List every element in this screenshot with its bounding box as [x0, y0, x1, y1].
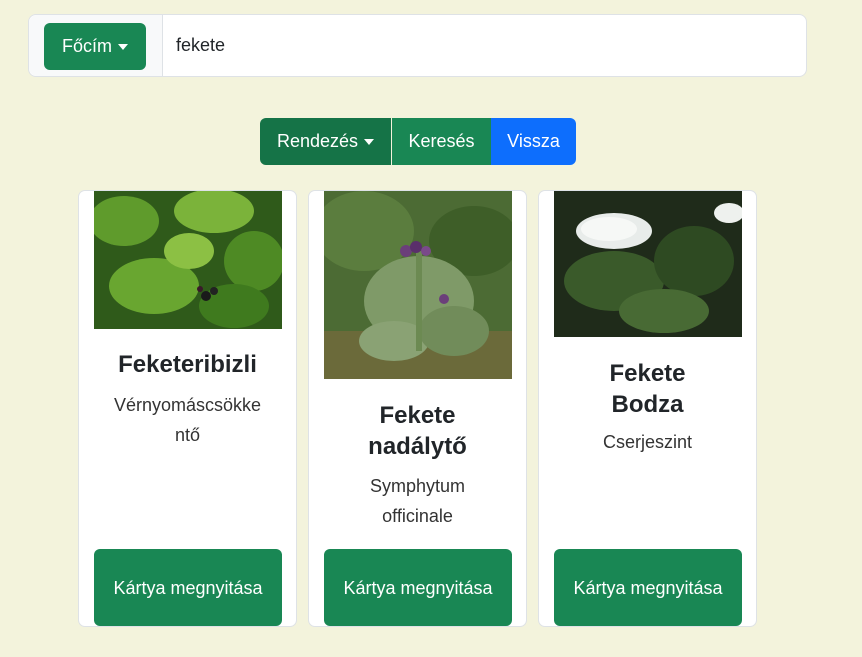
plant-card: Fekete Bodza Cserjeszint Kártya megnyitá… — [538, 190, 757, 627]
card-title: Fekete nadálytő — [368, 402, 467, 460]
open-card-button[interactable]: Kártya megnyitása — [324, 549, 512, 626]
sort-button[interactable]: Rendezés — [260, 118, 391, 165]
back-button[interactable]: Vissza — [491, 118, 576, 165]
caret-down-icon — [118, 43, 128, 50]
open-card-label: Kártya megnyitása — [343, 577, 493, 598]
card-subtitle: Cserjeszint — [602, 432, 693, 452]
black-currant-photo — [94, 191, 282, 329]
back-label: Vissza — [507, 131, 560, 151]
search-label: Keresés — [408, 131, 475, 151]
search-bar: Főcím fekete — [28, 14, 807, 77]
search-input[interactable]: fekete — [176, 35, 225, 56]
open-card-button[interactable]: Kártya megnyitása — [554, 549, 742, 626]
open-card-label: Kártya megnyitása — [113, 577, 263, 598]
open-card-label: Kártya megnyitása — [573, 577, 723, 598]
plant-card: Fekete nadálytő Symphytum officinale Kár… — [308, 190, 527, 627]
sort-label: Rendezés — [276, 131, 359, 151]
search-button[interactable]: Keresés — [392, 118, 491, 165]
field-select-button[interactable]: Főcím — [44, 23, 146, 70]
card-subtitle: Symphytum officinale — [369, 476, 466, 526]
caret-down-icon — [364, 138, 375, 145]
plant-card: Feketeribizli Vérnyomáscsökkentő Kártya … — [78, 190, 297, 627]
open-card-button[interactable]: Kártya megnyitása — [94, 549, 282, 626]
field-select-label: Főcím — [61, 36, 112, 56]
card-title: Fekete Bodza — [609, 360, 686, 418]
comfrey-photo — [324, 191, 512, 379]
elderflower-photo — [554, 191, 742, 337]
card-subtitle: Vérnyomáscsökkentő — [113, 395, 262, 445]
card-title: Feketeribizli — [118, 351, 257, 378]
